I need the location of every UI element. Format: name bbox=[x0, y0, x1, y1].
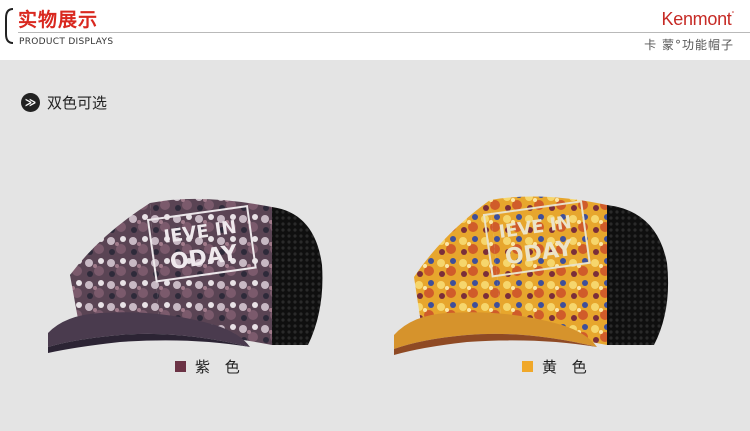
brand-logo: Kenmont° bbox=[661, 9, 735, 30]
section-bracket-icon bbox=[5, 8, 14, 44]
page-subtitle: PRODUCT DISPLAYS bbox=[19, 37, 114, 47]
product-display-panel: ≫ 双色可选 IEVE IN ODAY IEVE IN ODAY 紫 色 黄 色 bbox=[0, 60, 750, 431]
section-label: 双色可选 bbox=[47, 94, 108, 112]
page-title: 实物展示 bbox=[18, 9, 99, 31]
yellow-cap-image: IEVE IN ODAY bbox=[394, 196, 669, 355]
brand-mark: ° bbox=[731, 11, 735, 18]
header-divider bbox=[18, 32, 750, 33]
double-chevron-right-icon: ≫ bbox=[21, 93, 40, 112]
brand-name: Kenmont bbox=[661, 9, 732, 29]
purple-label: 紫 色 bbox=[195, 358, 245, 376]
yellow-label: 黄 色 bbox=[542, 358, 592, 376]
color-option-yellow: 黄 色 bbox=[522, 356, 592, 377]
purple-cap-image: IEVE IN ODAY bbox=[48, 198, 323, 353]
color-option-purple: 紫 色 bbox=[175, 356, 245, 377]
page-header: 实物展示 PRODUCT DISPLAYS Kenmont° 卡 蒙°功能帽子 bbox=[0, 0, 750, 60]
brand-tagline: 卡 蒙°功能帽子 bbox=[644, 38, 734, 52]
yellow-swatch bbox=[522, 361, 533, 372]
purple-swatch bbox=[175, 361, 186, 372]
